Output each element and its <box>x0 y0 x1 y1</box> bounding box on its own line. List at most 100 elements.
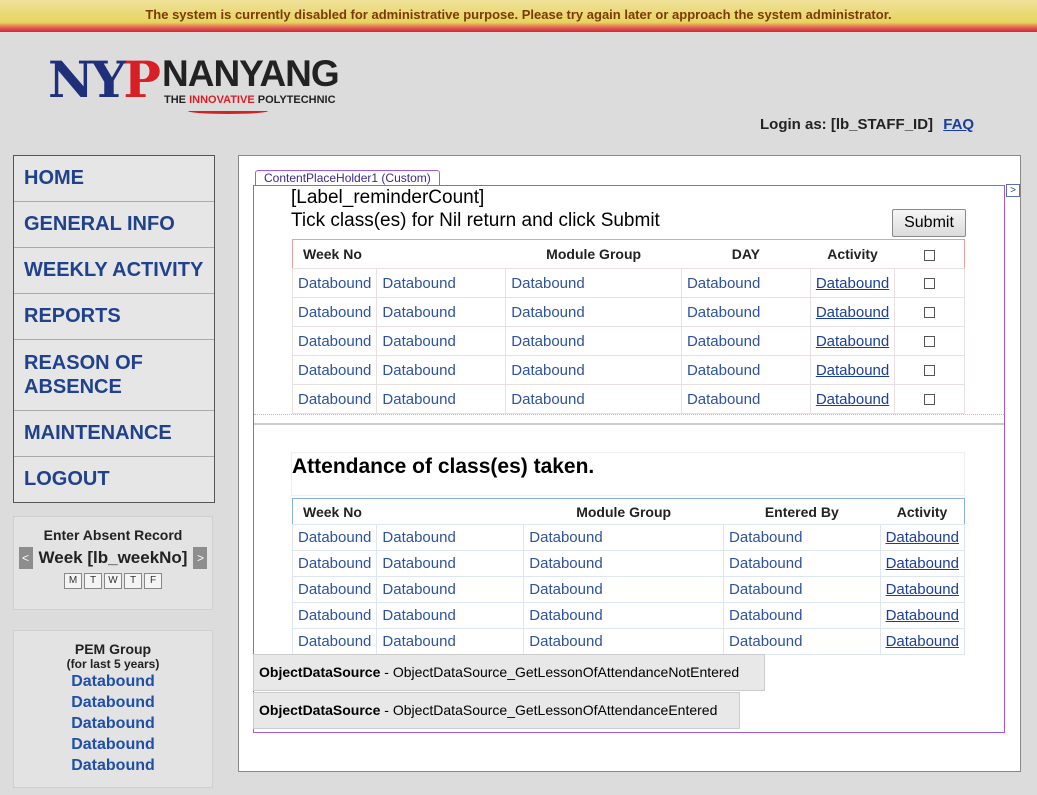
row-checkbox[interactable] <box>924 307 936 319</box>
col-week-no: Week No <box>303 246 362 262</box>
cell-databound: Databound <box>376 628 525 655</box>
day-button-mon[interactable]: M <box>64 573 82 589</box>
nyp-logo: NYP NANYANG THE INNOVATIVE POLYTECHNIC <box>48 54 348 116</box>
pem-group-item[interactable]: Databound <box>14 671 212 692</box>
cell-activity: Databound <box>879 550 966 577</box>
ods-id: - ObjectDataSource_GetLessonOfAttendance… <box>380 664 740 680</box>
pem-group-subtitle: (for last 5 years) <box>66 657 160 671</box>
nav-general-info[interactable]: GENERAL INFO <box>14 202 214 248</box>
cell-day: Databound <box>680 355 811 385</box>
ods-label: ObjectDataSource <box>259 702 381 718</box>
pem-group-item[interactable]: Databound <box>14 692 212 713</box>
cell-module-group: Databound <box>523 628 725 655</box>
pem-group-item[interactable]: Databound <box>14 755 212 776</box>
nav-maintenance[interactable]: MAINTENANCE <box>14 411 214 457</box>
object-data-source-not-entered: ObjectDataSource - ObjectDataSource_GetL… <box>253 654 765 691</box>
activity-link[interactable]: Databound <box>886 581 959 598</box>
nav-reason-of-absence[interactable]: REASON OF ABSENCE <box>14 340 214 411</box>
pem-group-panel: PEM Group (for last 5 years) Databound D… <box>13 630 213 788</box>
nil-return-instruction: Tick class(es) for Nil return and click … <box>291 210 660 231</box>
col-activity: Activity <box>827 246 878 262</box>
day-button-tue[interactable]: T <box>84 573 102 589</box>
nav-logout[interactable]: LOGOUT <box>14 457 214 502</box>
login-info: Login as: [lb_STAFF_ID] FAQ <box>760 116 974 133</box>
chevron-right-icon[interactable]: > <box>1006 184 1020 197</box>
nav-home[interactable]: HOME <box>14 156 214 202</box>
col-module-group: Module Group <box>576 503 672 520</box>
activity-link[interactable]: Databound <box>816 391 889 408</box>
cell-entered-by: Databound <box>723 550 881 577</box>
activity-link[interactable]: Databound <box>886 529 959 546</box>
absent-record-panel: Enter Absent Record < Week [lb_weekNo] >… <box>13 516 213 610</box>
cell-week-no: Databound <box>291 602 378 629</box>
activity-link[interactable]: Databound <box>816 333 889 350</box>
col-day: DAY <box>731 246 761 262</box>
cell-databound: Databound <box>376 297 507 327</box>
section-divider <box>254 414 1004 415</box>
table-row: Databound Databound Databound Databound … <box>291 326 965 356</box>
tagline-post: POLYTECHNIC <box>254 94 336 106</box>
cell-activity: Databound <box>809 268 896 298</box>
cell-entered-by: Databound <box>723 576 881 603</box>
activity-link[interactable]: Databound <box>816 275 889 292</box>
cell-databound: Databound <box>376 384 507 414</box>
activity-link[interactable]: Databound <box>886 607 959 624</box>
cell-databound: Databound <box>376 602 525 629</box>
activity-link[interactable]: Databound <box>816 304 889 321</box>
day-button-fri[interactable]: F <box>144 573 162 589</box>
cell-entered-by: Databound <box>723 628 881 655</box>
next-week-button[interactable]: > <box>193 547 208 569</box>
pem-group-item[interactable]: Databound <box>14 734 212 755</box>
table-row: Databound Databound Databound Databound … <box>291 384 965 414</box>
activity-link[interactable]: Databound <box>886 633 959 650</box>
col-entered-by: Entered By <box>764 503 839 520</box>
cell-activity: Databound <box>809 384 896 414</box>
cell-activity: Databound <box>879 576 966 603</box>
checkbox-icon[interactable] <box>923 249 935 261</box>
nav-weekly-activity[interactable]: WEEKLY ACTIVITY <box>14 248 214 294</box>
cell-week-no: Databound <box>291 576 378 603</box>
nil-return-table: Week No Module Group DAY Activity Databo… <box>291 239 965 414</box>
pem-group-item[interactable]: Databound <box>14 713 212 734</box>
cell-week-no: Databound <box>291 297 378 327</box>
cell-week-no: Databound <box>291 524 378 551</box>
row-checkbox[interactable] <box>924 278 936 290</box>
week-label: Week [lb_weekNo] <box>38 548 188 567</box>
col-week-no: Week No <box>303 503 362 520</box>
cell-module-group: Databound <box>523 576 725 603</box>
table-header-row: Week No Module Group Entered By Activity <box>293 499 965 525</box>
row-checkbox[interactable] <box>924 394 936 406</box>
nav-reports[interactable]: REPORTS <box>14 294 214 340</box>
row-checkbox[interactable] <box>924 365 936 377</box>
ods-id: - ObjectDataSource_GetLessonOfAttendance… <box>380 702 718 718</box>
cell-select <box>894 268 965 298</box>
activity-link[interactable]: Databound <box>886 555 959 572</box>
cell-week-no: Databound <box>291 326 378 356</box>
cell-databound: Databound <box>376 576 525 603</box>
select-all-checkbox[interactable] <box>895 240 965 269</box>
reminder-block: [Label_reminderCount] Tick class(es) for… <box>291 186 660 232</box>
table-row: Databound Databound Databound Databound … <box>291 297 965 327</box>
cell-day: Databound <box>680 268 811 298</box>
cell-week-no: Databound <box>291 384 378 414</box>
cell-activity: Databound <box>809 326 896 356</box>
day-button-thu[interactable]: T <box>124 573 142 589</box>
table-row: Databound Databound Databound Databound … <box>291 355 965 385</box>
table-row: Databound Databound Databound Databound … <box>291 550 966 577</box>
activity-link[interactable]: Databound <box>816 362 889 379</box>
cell-databound: Databound <box>376 355 507 385</box>
pem-group-title: PEM Group <box>74 641 152 657</box>
day-button-wed[interactable]: W <box>104 573 122 589</box>
cell-activity: Databound <box>879 628 966 655</box>
cell-module-group: Databound <box>505 297 682 327</box>
prev-week-button[interactable]: < <box>18 547 33 569</box>
logo-swoosh <box>188 108 268 114</box>
table-header-row: Week No Module Group DAY Activity <box>293 240 965 269</box>
row-checkbox[interactable] <box>924 336 936 348</box>
submit-button[interactable]: Submit <box>892 209 966 237</box>
ods-label: ObjectDataSource <box>259 664 381 680</box>
cell-module-group: Databound <box>505 384 682 414</box>
cell-week-no: Databound <box>291 628 378 655</box>
cell-module-group: Databound <box>523 524 725 551</box>
faq-link[interactable]: FAQ <box>943 116 974 133</box>
